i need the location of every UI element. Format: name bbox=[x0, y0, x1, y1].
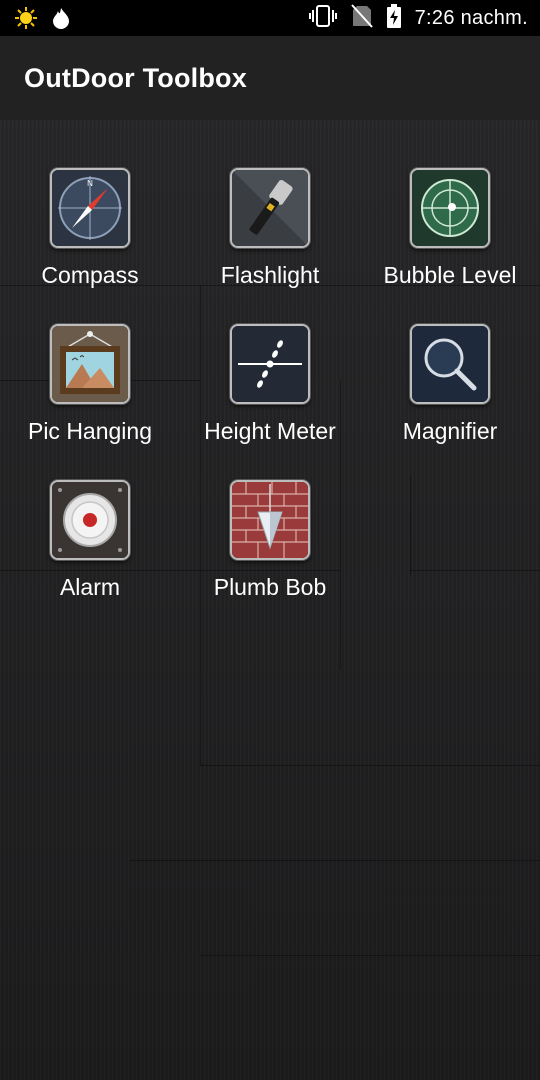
tool-label: Plumb Bob bbox=[213, 574, 327, 600]
flashlight-icon bbox=[230, 168, 310, 248]
tool-plumb-bob[interactable]: Plumb Bob bbox=[180, 480, 360, 601]
picture-frame-icon bbox=[50, 324, 130, 404]
fire-drop-icon bbox=[50, 6, 72, 35]
compass-icon: N bbox=[50, 168, 130, 248]
app-title: OutDoor Toolbox bbox=[24, 63, 247, 93]
tool-magnifier[interactable]: Magnifier bbox=[360, 324, 540, 445]
tool-compass[interactable]: N Compass bbox=[0, 168, 180, 289]
tool-label: Height Meter bbox=[204, 418, 336, 444]
tool-pic-hanging[interactable]: Pic Hanging bbox=[0, 324, 180, 445]
magnifier-icon bbox=[410, 324, 490, 404]
svg-text:N: N bbox=[87, 179, 93, 188]
tool-label: Alarm bbox=[59, 574, 121, 600]
weather-sun-icon bbox=[14, 6, 38, 35]
tool-height-meter[interactable]: Height Meter bbox=[180, 324, 360, 445]
bubble-level-icon bbox=[410, 168, 490, 248]
tool-label: Flashlight bbox=[220, 262, 320, 288]
battery-charging-icon bbox=[386, 4, 401, 33]
plumb-bob-icon bbox=[230, 480, 310, 560]
app-bar: OutDoor Toolbox bbox=[0, 36, 540, 120]
tool-flashlight[interactable]: Flashlight bbox=[180, 168, 360, 289]
tool-label: Compass bbox=[41, 262, 139, 288]
status-bar: 7:26 nachm. bbox=[0, 0, 540, 36]
vibrate-icon bbox=[308, 4, 337, 33]
tool-label: Magnifier bbox=[402, 418, 498, 444]
alarm-bell-icon bbox=[50, 480, 130, 560]
tool-alarm[interactable]: Alarm bbox=[0, 480, 180, 601]
clock: 7:26 nachm. bbox=[414, 7, 528, 29]
height-meter-icon bbox=[230, 324, 310, 404]
no-sim-icon bbox=[350, 4, 373, 33]
tool-label: Bubble Level bbox=[383, 262, 517, 288]
tool-bubble-level[interactable]: Bubble Level bbox=[360, 168, 540, 289]
tool-label: Pic Hanging bbox=[27, 418, 153, 444]
